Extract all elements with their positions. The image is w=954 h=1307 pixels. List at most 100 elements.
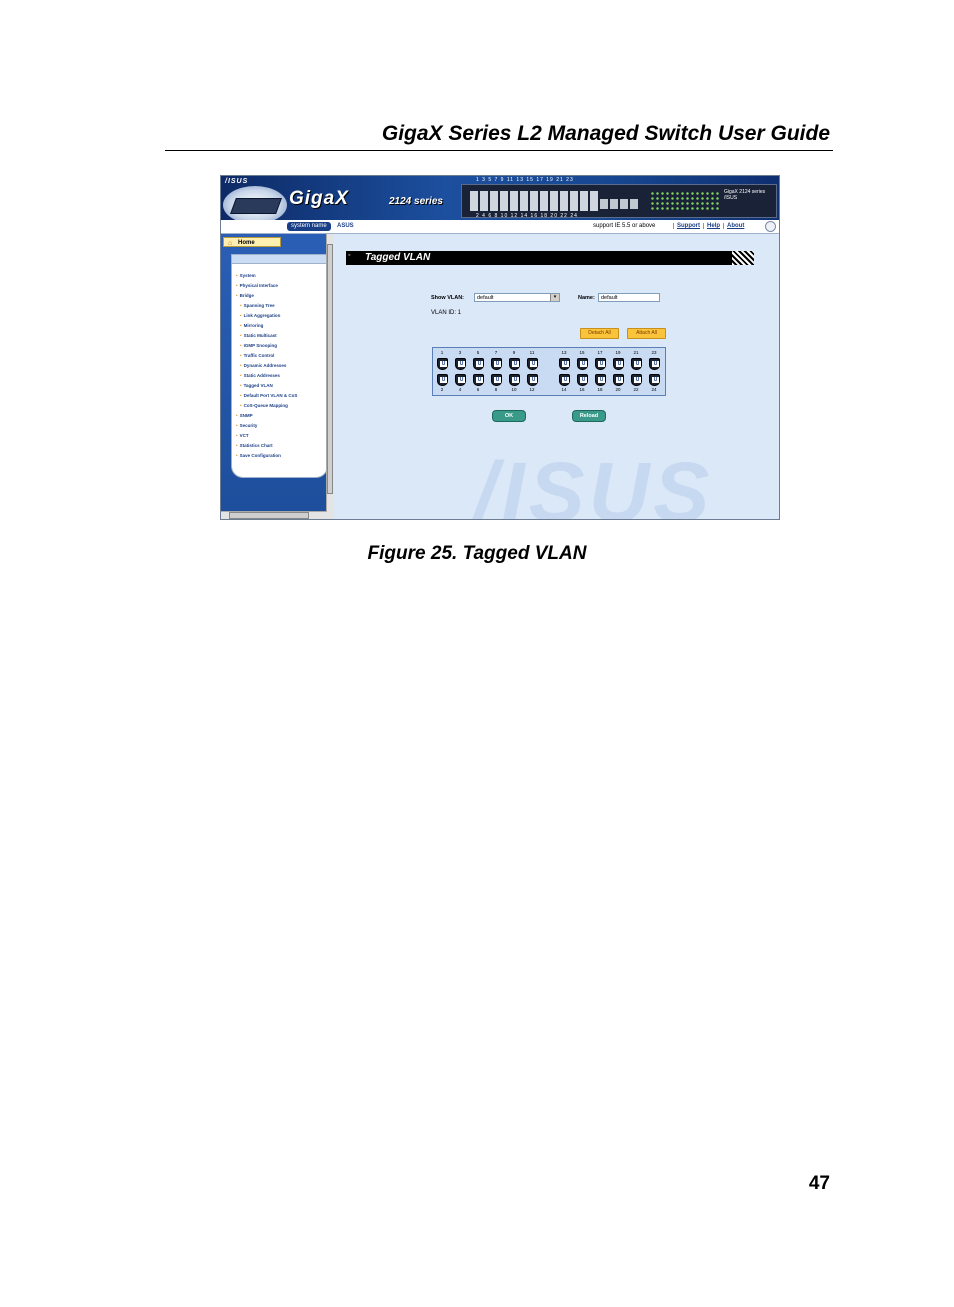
- sidebar-horizontal-scrollbar[interactable]: [221, 511, 327, 519]
- help-link[interactable]: Help: [703, 223, 724, 229]
- port-number: 2: [440, 387, 444, 392]
- port-number: 16: [579, 387, 585, 392]
- ok-button[interactable]: OK: [492, 410, 526, 422]
- attach-all-button[interactable]: Attach All: [627, 328, 666, 339]
- port-state: U: [440, 377, 447, 383]
- menu-item-label: CoS-Queue Mapping: [243, 403, 288, 408]
- bullet-icon: •: [240, 343, 242, 348]
- port-panel: 1 U 3 U 5 U 7 U 9 U 11 U 13 U 15 U 17 U 19 U 21 U 23 U 2 U 4 U 6 U 8 U 1…: [432, 347, 666, 396]
- port-toggle[interactable]: U: [559, 358, 570, 370]
- menu-item[interactable]: • Link Aggregation: [236, 311, 297, 321]
- reload-button[interactable]: Reload: [572, 410, 606, 422]
- port-number: 12: [529, 387, 535, 392]
- menu-item-label: System: [239, 273, 256, 278]
- port-toggle[interactable]: U: [527, 358, 538, 370]
- menu-item[interactable]: • Physical Interface: [236, 281, 297, 291]
- top-bar: system name ASUS support IE 5.5 or above…: [221, 220, 779, 234]
- port-toggle[interactable]: U: [631, 358, 642, 370]
- support-link[interactable]: Support: [673, 223, 703, 229]
- panel-port-numbers-top: 1 3 5 7 9 11 13 15 17 19 21 23: [476, 177, 574, 183]
- port-number: 9: [512, 350, 516, 355]
- port-toggle[interactable]: U: [437, 374, 448, 386]
- port-number: 15: [579, 350, 585, 355]
- port-number: 5: [476, 350, 480, 355]
- menu-item[interactable]: • Bridge: [236, 291, 297, 301]
- port-toggle[interactable]: U: [509, 358, 520, 370]
- header-rule: [165, 150, 833, 151]
- port-toggle[interactable]: U: [613, 374, 624, 386]
- menu-item[interactable]: • VCT: [236, 431, 297, 441]
- port-state: U: [652, 377, 659, 383]
- show-vlan-select[interactable]: default ▾: [474, 293, 560, 302]
- banner: /ISUS GigaX 2124 series 1 3 5 7 9 11 13 …: [221, 176, 779, 224]
- menu-item[interactable]: • System: [236, 271, 297, 281]
- port-toggle[interactable]: U: [473, 374, 484, 386]
- about-link[interactable]: About: [723, 223, 748, 229]
- vlan-id-text: VLAN ID: 1: [431, 310, 462, 316]
- page-number: 47: [808, 1173, 830, 1194]
- sidebar-vertical-scrollbar[interactable]: [326, 234, 334, 519]
- port-number: 7: [494, 350, 498, 355]
- menu-item[interactable]: • Spanning Tree: [236, 301, 297, 311]
- top-links: Support Help About: [673, 222, 748, 231]
- menu-item-label: SNMP: [239, 413, 253, 418]
- menu-item[interactable]: • CoS-Queue Mapping: [236, 401, 297, 411]
- port-state: U: [562, 377, 569, 383]
- bullet-icon: •: [236, 273, 238, 278]
- menu-item-label: Tagged VLAN: [243, 383, 273, 388]
- port-toggle[interactable]: U: [491, 358, 502, 370]
- port-toggle[interactable]: U: [437, 358, 448, 370]
- menu-item[interactable]: • Save Configuration: [236, 451, 297, 461]
- port-number: 14: [561, 387, 567, 392]
- menu-item[interactable]: • Security: [236, 421, 297, 431]
- port-toggle[interactable]: U: [595, 358, 606, 370]
- bullet-icon: •: [236, 283, 238, 288]
- port-toggle[interactable]: U: [559, 374, 570, 386]
- document-header-title: GigaX Series L2 Managed Switch User Guid…: [381, 122, 830, 145]
- vlan-name-input[interactable]: default: [598, 293, 660, 302]
- port-number: 6: [476, 387, 480, 392]
- port-state: U: [494, 377, 501, 383]
- port-toggle[interactable]: U: [455, 374, 466, 386]
- port-state: U: [652, 361, 659, 367]
- menu-item[interactable]: • Dynamic Addresses: [236, 361, 297, 371]
- figure-caption: Figure 25. Tagged VLAN: [367, 543, 587, 564]
- bullet-icon: •: [240, 393, 242, 398]
- sidebar: ⌂ Home • System • Physical Interface • Bridge…: [221, 234, 328, 519]
- bullet-icon: •: [236, 293, 238, 298]
- detach-all-button[interactable]: Detach All: [580, 328, 619, 339]
- main-content: /ISUS ◦ Tagged VLAN Show VLAN: default ▾…: [334, 234, 779, 519]
- home-button[interactable]: ⌂ Home: [223, 237, 281, 247]
- menu-item[interactable]: • Static Multicast: [236, 331, 297, 341]
- home-icon: ⌂: [228, 240, 233, 247]
- port-toggle[interactable]: U: [473, 358, 484, 370]
- port-toggle[interactable]: U: [577, 358, 588, 370]
- logout-icon[interactable]: [765, 221, 776, 232]
- port-toggle[interactable]: U: [649, 358, 660, 370]
- port-state: U: [458, 361, 465, 367]
- port-state: U: [598, 361, 605, 367]
- port-toggle[interactable]: U: [509, 374, 520, 386]
- menu-item[interactable]: • SNMP: [236, 411, 297, 421]
- port-toggle[interactable]: U: [527, 374, 538, 386]
- port-toggle[interactable]: U: [491, 374, 502, 386]
- menu-item[interactable]: • Traffic Control: [236, 351, 297, 361]
- port-state: U: [616, 361, 623, 367]
- menu-item[interactable]: • Default Port VLAN & CoS: [236, 391, 297, 401]
- menu-item[interactable]: • Tagged VLAN: [236, 381, 297, 391]
- menu-item-label: Traffic Control: [243, 353, 275, 358]
- asus-watermark: /ISUS: [474, 445, 714, 520]
- port-toggle[interactable]: U: [455, 358, 466, 370]
- menu-item[interactable]: • Mirroring: [236, 321, 297, 331]
- port-toggle[interactable]: U: [577, 374, 588, 386]
- port-toggle[interactable]: U: [613, 358, 624, 370]
- port-toggle[interactable]: U: [595, 374, 606, 386]
- bullet-icon: •: [236, 453, 238, 458]
- brand-logo: GigaX: [289, 188, 349, 209]
- port-toggle[interactable]: U: [631, 374, 642, 386]
- bullet-icon: •: [240, 363, 242, 368]
- menu-item[interactable]: • IGMP Snooping: [236, 341, 297, 351]
- menu-item[interactable]: • Static Addresses: [236, 371, 297, 381]
- port-toggle[interactable]: U: [649, 374, 660, 386]
- menu-item[interactable]: • Statistics Chart: [236, 441, 297, 451]
